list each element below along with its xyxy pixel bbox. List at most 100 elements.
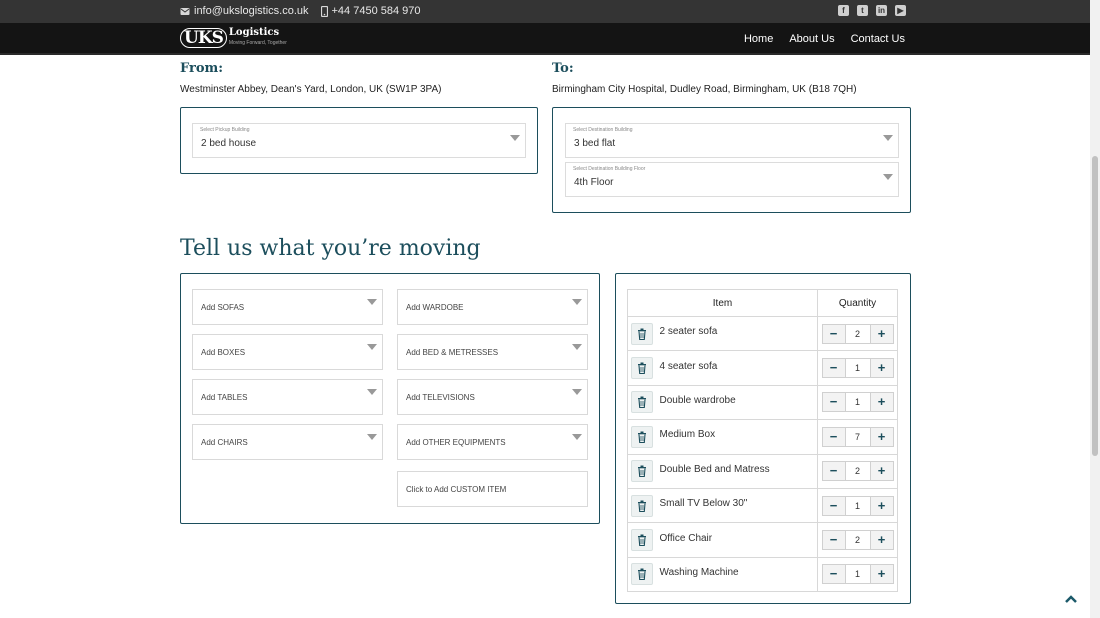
decrement-button[interactable]: − [822, 565, 845, 584]
quantity-cell: −1 + [817, 350, 898, 386]
quantity-cell: −7 + [817, 419, 898, 455]
increment-button[interactable]: + [870, 359, 893, 378]
delete-button[interactable] [631, 529, 653, 552]
delete-button[interactable] [631, 391, 653, 414]
increment-button[interactable]: + [870, 427, 893, 446]
twitter-icon[interactable]: t [857, 5, 868, 16]
scroll-to-top-icon[interactable] [1064, 592, 1078, 606]
add-sofas-select[interactable]: Add SOFAS [192, 289, 383, 325]
logo[interactable]: UKS Logistics Moving Forward, Together [180, 28, 287, 48]
scrollbar-thumb[interactable] [1092, 156, 1098, 456]
quantity-stepper[interactable]: −2 + [821, 323, 894, 344]
chevron-down-icon [510, 135, 520, 141]
logo-mark: UKS [180, 28, 227, 48]
add-wardobe-label: Add WARDOBE [406, 303, 464, 312]
moving-heading: Tell us what you’re moving [180, 236, 481, 261]
trash-icon [638, 431, 646, 443]
quantity-stepper[interactable]: −1 + [821, 392, 894, 413]
envelope-icon [180, 7, 190, 15]
delete-button[interactable] [631, 425, 653, 448]
quantity-cell: −2 + [817, 453, 898, 489]
add-tables-select[interactable]: Add TABLES [192, 379, 383, 415]
delete-button[interactable] [631, 322, 653, 345]
decrement-button[interactable]: − [822, 462, 845, 481]
quantity-stepper[interactable]: −2 + [821, 530, 894, 551]
increment-button[interactable]: + [870, 462, 893, 481]
chevron-down-icon [367, 299, 377, 305]
from-address: Westminster Abbey, Dean's Yard, London, … [180, 84, 442, 95]
add-bed-label: Add BED & METRESSES [406, 348, 499, 357]
social-links: f t in ▶ [838, 5, 906, 16]
quantity-stepper[interactable]: −2 + [821, 461, 894, 482]
table-row: Double Bed and Matress −2 + [627, 453, 898, 489]
trash-icon [638, 396, 646, 409]
decrement-button[interactable]: − [822, 531, 845, 550]
quantity-stepper[interactable]: −7 + [821, 426, 894, 447]
phone-link[interactable]: +44 7450 584 970 [320, 5, 421, 17]
trash-cell [627, 487, 658, 524]
quantity-value[interactable]: 2 [844, 462, 871, 481]
add-chairs-select[interactable]: Add CHAIRS [192, 424, 383, 460]
quantity-value[interactable]: 1 [844, 565, 871, 584]
add-chairs-label: Add CHAIRS [201, 438, 248, 447]
page-scrollbar[interactable] [1090, 0, 1100, 618]
decrement-button[interactable]: − [822, 324, 845, 343]
chevron-down-icon [572, 389, 582, 395]
nav-contact-us[interactable]: Contact Us [851, 33, 905, 45]
destination-building-select[interactable]: Select Destination Building 3 bed flat [565, 123, 899, 158]
quantity-value[interactable]: 2 [844, 531, 871, 550]
add-other-equipments-label: Add OTHER EQUIPMENTS [406, 438, 506, 447]
destination-floor-select[interactable]: Select Destination Building Floor 4th Fl… [565, 162, 899, 197]
add-televisions-label: Add TELEVISIONS [406, 393, 475, 402]
table-row: Double wardrobe −1 + [627, 384, 898, 421]
add-wardobe-select[interactable]: Add WARDOBE [397, 289, 588, 325]
destination-building-label: Select Destination Building [573, 127, 633, 133]
quantity-value[interactable]: 1 [844, 359, 871, 378]
quantity-value[interactable]: 7 [844, 427, 871, 446]
quantity-cell: −1 + [817, 556, 898, 593]
trash-cell [627, 315, 658, 352]
chevron-down-icon [572, 299, 582, 305]
quantity-stepper[interactable]: −1 + [821, 564, 894, 585]
email-link[interactable]: info@ukslogistics.co.uk [180, 5, 309, 17]
nav-about-us[interactable]: About Us [789, 33, 834, 45]
trash-icon [638, 328, 646, 340]
add-bed-select[interactable]: Add BED & METRESSES [397, 334, 588, 370]
decrement-button[interactable]: − [822, 393, 845, 412]
add-custom-item-button[interactable]: Click to Add CUSTOM ITEM [397, 471, 588, 507]
delete-button[interactable] [631, 460, 653, 483]
quantity-value[interactable]: 2 [844, 324, 871, 343]
quantity-value[interactable]: 1 [844, 496, 871, 515]
trash-icon [638, 465, 646, 478]
decrement-button[interactable]: − [822, 496, 845, 515]
facebook-icon[interactable]: f [838, 5, 849, 16]
increment-button[interactable]: + [870, 393, 893, 412]
increment-button[interactable]: + [870, 531, 893, 550]
delete-button[interactable] [631, 494, 653, 517]
increment-button[interactable]: + [870, 324, 893, 343]
increment-button[interactable]: + [870, 496, 893, 515]
add-boxes-select[interactable]: Add BOXES [192, 334, 383, 370]
pickup-building-select[interactable]: Select Pickup Building 2 bed house [192, 123, 526, 158]
increment-button[interactable]: + [870, 565, 893, 584]
quantity-stepper[interactable]: −1 + [821, 358, 894, 379]
add-custom-item-label: Click to Add CUSTOM ITEM [406, 485, 507, 494]
destination-floor-label: Select Destination Building Floor [573, 166, 646, 172]
trash-cell [627, 453, 658, 489]
quantity-value[interactable]: 1 [844, 393, 871, 412]
chevron-down-icon [572, 434, 582, 440]
trash-cell [627, 350, 658, 386]
decrement-button[interactable]: − [822, 359, 845, 378]
delete-button[interactable] [631, 563, 653, 586]
trash-icon [638, 362, 646, 375]
decrement-button[interactable]: − [822, 427, 845, 446]
add-televisions-select[interactable]: Add TELEVISIONS [397, 379, 588, 415]
linkedin-icon[interactable]: in [876, 5, 887, 16]
delete-button[interactable] [631, 357, 653, 380]
youtube-icon[interactable]: ▶ [895, 5, 906, 16]
trash-cell [627, 419, 658, 455]
quantity-stepper[interactable]: −1 + [821, 495, 894, 516]
nav-home[interactable]: Home [744, 33, 773, 45]
table-row: Office Chair −2 + [627, 522, 898, 558]
add-other-equipments-select[interactable]: Add OTHER EQUIPMENTS [397, 424, 588, 460]
